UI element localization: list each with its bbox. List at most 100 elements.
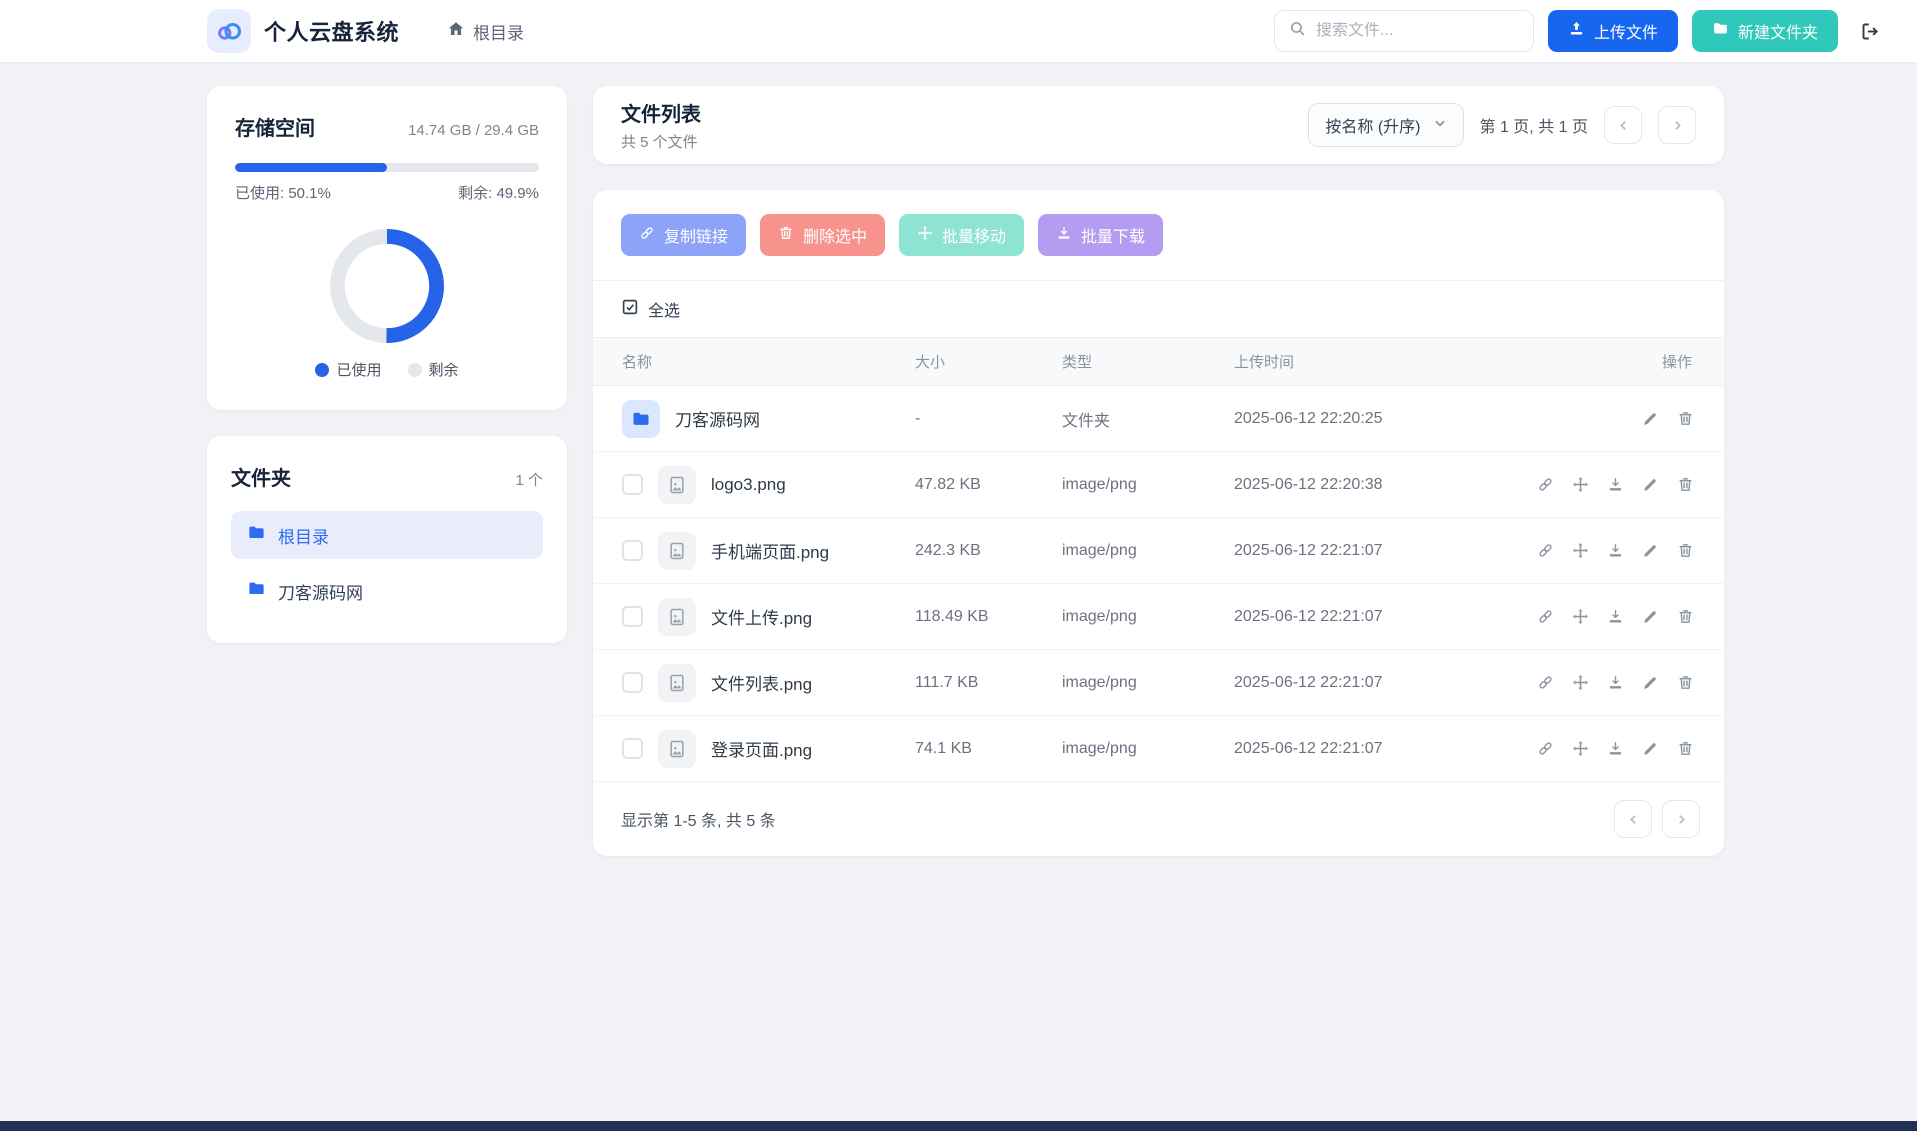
image-file-icon — [658, 598, 696, 636]
new-folder-button[interactable]: 新建文件夹 — [1692, 10, 1838, 52]
row-checkbox[interactable] — [622, 738, 643, 759]
file-name[interactable]: 文件列表.png — [711, 670, 812, 695]
row-checkbox[interactable] — [622, 672, 643, 693]
pencil-icon[interactable] — [1642, 476, 1659, 493]
link-icon[interactable] — [1537, 674, 1554, 691]
batch-trash-button[interactable]: 删除选中 — [760, 214, 885, 256]
image-file-icon — [658, 664, 696, 702]
brand: 个人云盘系统 — [207, 9, 399, 53]
next-page-button[interactable] — [1658, 106, 1696, 144]
footer-summary: 显示第 1-5 条, 共 5 条 — [621, 807, 776, 831]
file-size: 118.49 KB — [915, 608, 1062, 626]
row-checkbox[interactable] — [622, 540, 643, 561]
trash-icon — [778, 225, 794, 246]
trash-icon[interactable] — [1677, 674, 1694, 691]
link-icon[interactable] — [1537, 542, 1554, 559]
check-square-icon — [621, 298, 639, 321]
sort-select[interactable]: 按名称 (升序) — [1308, 103, 1463, 147]
footer-next-page-button[interactable] — [1662, 800, 1700, 838]
file-row[interactable]: logo3.png47.82 KBimage/png2025-06-12 22:… — [593, 452, 1724, 518]
batch-download-button[interactable]: 批量下载 — [1038, 214, 1163, 256]
folder-list: 根目录刀客源码网 — [231, 511, 543, 615]
search-input[interactable] — [1316, 22, 1519, 40]
upload-file-label: 上传文件 — [1594, 19, 1658, 43]
column-header: 操作 — [1524, 351, 1724, 372]
file-time: 2025-06-12 22:21:07 — [1234, 674, 1524, 692]
folder-icon — [622, 400, 660, 438]
move-icon[interactable] — [1572, 476, 1589, 493]
file-row[interactable]: 登录页面.png74.1 KBimage/png2025-06-12 22:21… — [593, 716, 1724, 782]
upload-file-button[interactable]: 上传文件 — [1548, 10, 1678, 52]
file-row[interactable]: 文件列表.png111.7 KBimage/png2025-06-12 22:2… — [593, 650, 1724, 716]
row-checkbox[interactable] — [622, 606, 643, 627]
legend-used: 已使用 — [315, 359, 381, 380]
move-icon[interactable] — [1572, 674, 1589, 691]
logout-icon[interactable] — [1860, 21, 1881, 42]
file-name[interactable]: 手机端页面.png — [711, 538, 829, 563]
row-checkbox[interactable] — [622, 474, 643, 495]
row-actions — [1524, 740, 1724, 757]
storage-usage-text: 14.74 GB / 29.4 GB — [408, 122, 539, 139]
download-icon[interactable] — [1607, 542, 1624, 559]
link-icon — [639, 225, 655, 246]
trash-icon[interactable] — [1677, 542, 1694, 559]
file-name[interactable]: 登录页面.png — [711, 736, 812, 761]
trash-icon[interactable] — [1677, 476, 1694, 493]
table-header-row: 名称大小类型上传时间操作 — [593, 338, 1724, 386]
prev-page-button[interactable] — [1604, 106, 1642, 144]
trash-icon[interactable] — [1677, 608, 1694, 625]
folder-icon — [247, 579, 266, 603]
trash-icon[interactable] — [1677, 410, 1694, 427]
link-icon[interactable] — [1537, 608, 1554, 625]
download-icon[interactable] — [1607, 740, 1624, 757]
file-row[interactable]: 文件上传.png118.49 KBimage/png2025-06-12 22:… — [593, 584, 1724, 650]
cloud-logo-icon — [207, 9, 251, 53]
file-type: image/png — [1062, 740, 1234, 758]
file-name[interactable]: 刀客源码网 — [675, 406, 760, 431]
file-row[interactable]: 手机端页面.png242.3 KBimage/png2025-06-12 22:… — [593, 518, 1724, 584]
breadcrumb-label: 根目录 — [473, 19, 524, 44]
pencil-icon[interactable] — [1642, 542, 1659, 559]
link-icon[interactable] — [1537, 740, 1554, 757]
storage-used-label: 已使用: 50.1% — [235, 182, 331, 203]
folders-count: 1 个 — [515, 469, 543, 490]
file-size: 242.3 KB — [915, 542, 1062, 560]
move-icon[interactable] — [1572, 542, 1589, 559]
file-type: image/png — [1062, 608, 1234, 626]
pencil-icon[interactable] — [1642, 740, 1659, 757]
file-list-title: 文件列表 — [621, 98, 701, 127]
batch-actions-bar: 复制链接删除选中 批量移动 批量下载 — [593, 190, 1724, 281]
sidebar-folder-item[interactable]: 刀客源码网 — [231, 567, 543, 615]
download-icon[interactable] — [1607, 608, 1624, 625]
row-actions — [1524, 608, 1724, 625]
batch-button-label: 批量下载 — [1081, 223, 1145, 247]
trash-icon[interactable] — [1677, 740, 1694, 757]
breadcrumb[interactable]: 根目录 — [447, 19, 524, 44]
download-icon[interactable] — [1607, 476, 1624, 493]
batch-button-label: 批量移动 — [942, 223, 1006, 247]
link-icon[interactable] — [1537, 476, 1554, 493]
sidebar-folder-item[interactable]: 根目录 — [231, 511, 543, 559]
sidebar-folder-label: 根目录 — [278, 523, 329, 548]
storage-card: 存储空间 14.74 GB / 29.4 GB 已使用: 50.1% 剩余: 4… — [207, 86, 567, 410]
file-name[interactable]: 文件上传.png — [711, 604, 812, 629]
move-icon[interactable] — [1572, 740, 1589, 757]
new-folder-label: 新建文件夹 — [1738, 19, 1818, 43]
download-icon[interactable] — [1607, 674, 1624, 691]
batch-link-button[interactable]: 复制链接 — [621, 214, 746, 256]
move-icon — [917, 225, 933, 246]
batch-move-button[interactable]: 批量移动 — [899, 214, 1024, 256]
pencil-icon[interactable] — [1642, 674, 1659, 691]
footer-prev-page-button[interactable] — [1614, 800, 1652, 838]
select-all-row[interactable]: 全选 — [593, 281, 1724, 338]
file-type: image/png — [1062, 542, 1234, 560]
pencil-icon[interactable] — [1642, 608, 1659, 625]
storage-donut-chart — [330, 229, 444, 343]
file-size: - — [915, 410, 1062, 428]
move-icon[interactable] — [1572, 608, 1589, 625]
file-row[interactable]: 刀客源码网-文件夹2025-06-12 22:20:25 — [593, 386, 1724, 452]
pencil-icon[interactable] — [1642, 410, 1659, 427]
file-name[interactable]: logo3.png — [711, 475, 786, 495]
folders-title: 文件夹 — [231, 462, 291, 491]
legend-free-dot — [408, 363, 422, 377]
